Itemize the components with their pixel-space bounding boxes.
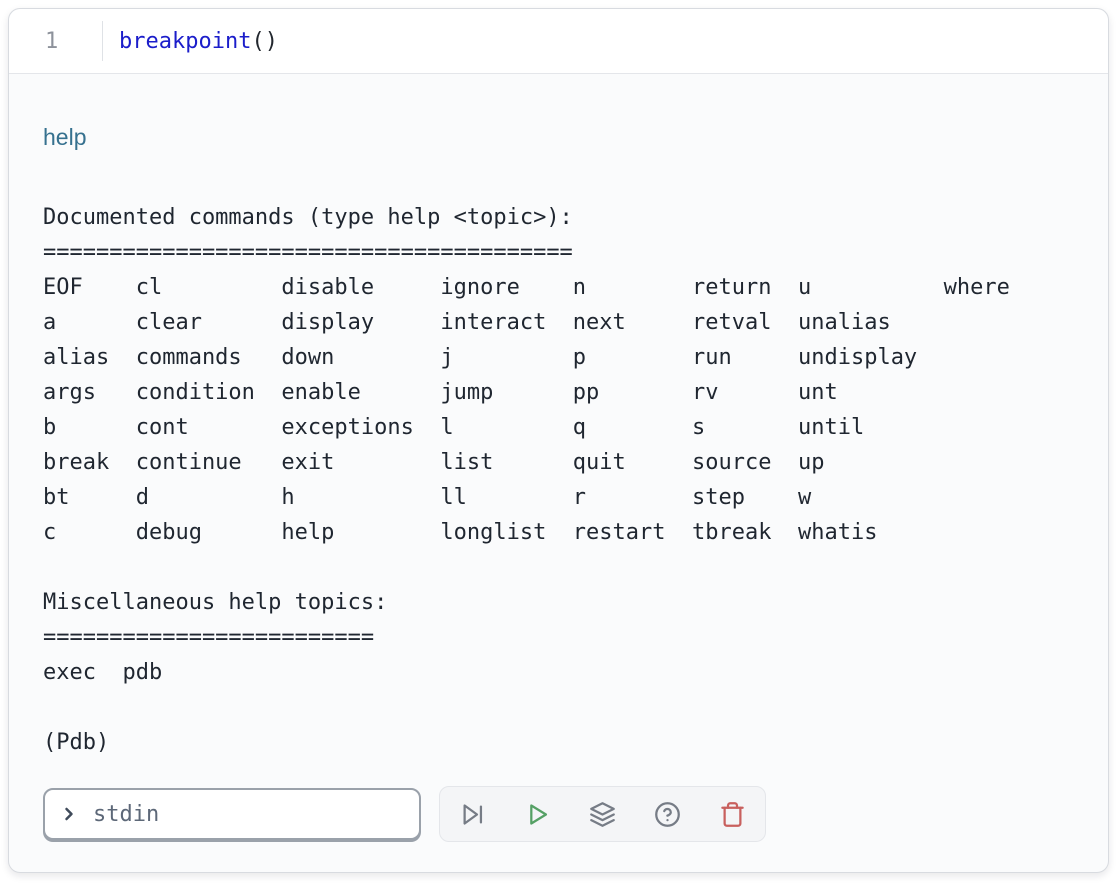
step-forward-icon [459, 801, 486, 828]
trash-icon [719, 801, 746, 828]
run-button[interactable] [524, 801, 551, 828]
code-cell-card: 1 breakpoint() help Documented commands … [8, 8, 1109, 873]
clear-button[interactable] [719, 801, 746, 828]
layers-icon [589, 801, 616, 828]
stack-button[interactable] [589, 801, 616, 828]
code-editor[interactable]: 1 breakpoint() [9, 9, 1108, 74]
help-circle-icon [654, 801, 681, 828]
console-output: help Documented commands (type help <top… [9, 74, 1108, 842]
console-echo-input: help [43, 120, 1074, 155]
stdin-input[interactable] [91, 801, 405, 828]
stdin-box[interactable] [43, 788, 421, 840]
line-number: 1 [45, 29, 58, 54]
editor-gutter: 1 [9, 9, 103, 73]
play-icon [524, 801, 551, 828]
step-button[interactable] [459, 801, 486, 828]
console-io-row [43, 786, 1074, 842]
code-line[interactable]: breakpoint() [103, 29, 278, 54]
chevron-right-icon [59, 804, 79, 824]
debug-toolbar [439, 786, 766, 842]
help-button[interactable] [654, 801, 681, 828]
console-text: Documented commands (type help <topic>):… [43, 200, 1074, 760]
code-token-builtin: breakpoint [119, 29, 251, 54]
code-token-parens: () [251, 29, 278, 54]
